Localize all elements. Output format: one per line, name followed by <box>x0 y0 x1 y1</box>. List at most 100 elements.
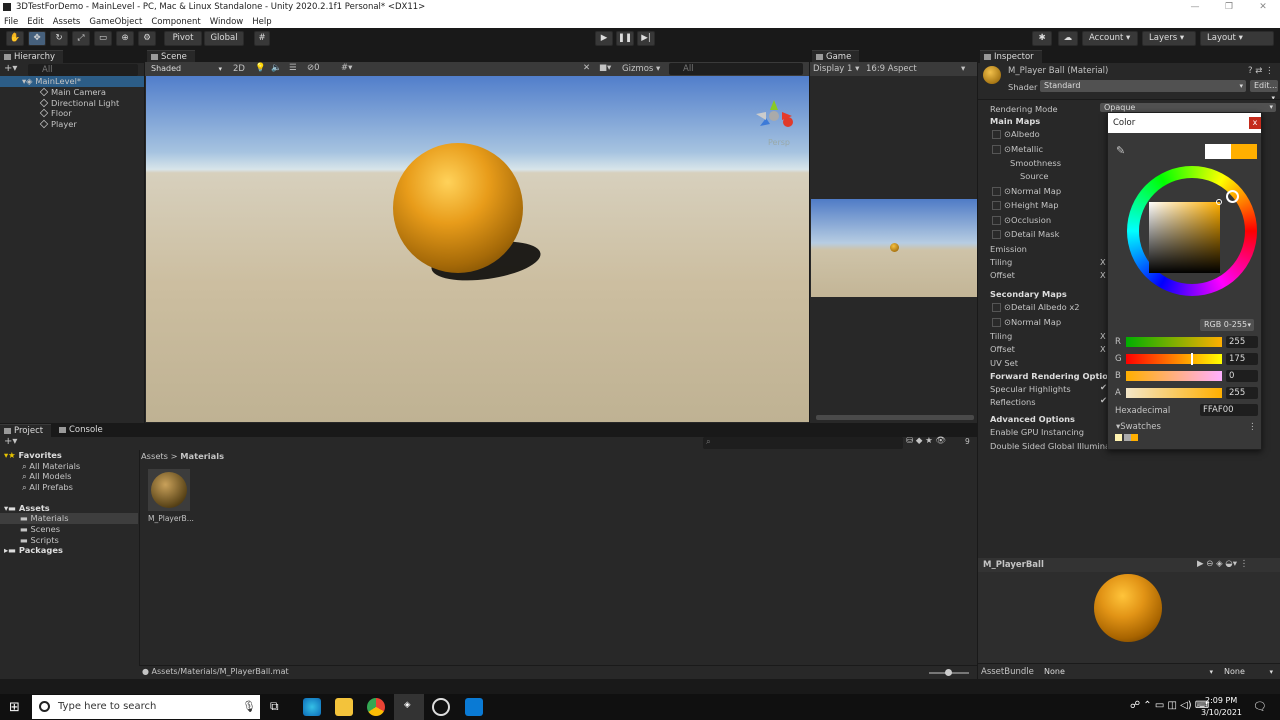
menu-edit[interactable]: Edit <box>27 17 43 27</box>
grid-snap-icon[interactable]: # <box>254 31 270 46</box>
normal-map2-slot[interactable] <box>992 318 1001 327</box>
lighting-toggle-icon[interactable]: 💡 <box>255 63 266 73</box>
microphone-icon[interactable]: 🎙 <box>242 695 256 719</box>
file-explorer-icon[interactable] <box>335 698 353 716</box>
filter-icons[interactable]: ⛁ ◆ ★ 👁 <box>906 436 946 446</box>
folder-item-scenes[interactable]: ▬ Scenes <box>20 524 60 534</box>
scale-tool-icon[interactable]: ⤢ <box>72 31 90 46</box>
system-tray-icons[interactable]: ☍ ⌃ ▭ ◫ ◁) ⌨ <box>1130 700 1209 711</box>
swatches-menu-icon[interactable]: ⋮ <box>1248 422 1257 432</box>
effects-toggle-icon[interactable]: ☰ <box>289 63 297 73</box>
folder-item-materials[interactable]: ▬ Materials <box>0 513 138 524</box>
scene-root-row[interactable]: ▾◈ MainLevel* <box>0 76 144 87</box>
camera-icon[interactable]: ■▾ <box>599 63 611 73</box>
hierarchy-item[interactable]: Floor <box>39 108 72 118</box>
shading-dropdown[interactable]: Shaded <box>147 63 225 75</box>
tools-icon[interactable]: ✕ <box>583 63 590 73</box>
r-input[interactable]: 255 <box>1226 336 1258 348</box>
hex-input[interactable]: FFAF00 <box>1200 404 1258 416</box>
menu-assets[interactable]: Assets <box>53 17 81 27</box>
layers-dropdown[interactable]: Layers ▾ <box>1142 31 1196 46</box>
height-map-slot[interactable] <box>992 201 1001 210</box>
asset-bundle-dropdown[interactable]: None <box>1040 666 1216 678</box>
pause-button[interactable]: ❚❚ <box>616 31 634 46</box>
saturation-value-square[interactable] <box>1149 202 1220 273</box>
shader-dropdown[interactable]: Standard <box>1040 80 1246 92</box>
game-viewport[interactable] <box>811 199 977 297</box>
color-picker-close-button[interactable]: x <box>1249 117 1261 129</box>
color-compare-swatch[interactable] <box>1205 144 1257 159</box>
menu-gameobject[interactable]: GameObject <box>89 17 142 27</box>
hidden-objects-icon[interactable]: ⊘0 <box>307 63 320 73</box>
folder-item-scripts[interactable]: ▬ Scripts <box>20 535 59 545</box>
tab-inspector[interactable]: Inspector <box>980 50 1042 63</box>
g-slider[interactable] <box>1126 354 1222 364</box>
scene-search-input[interactable]: All <box>669 63 803 75</box>
metallic-texture-slot[interactable] <box>992 145 1001 154</box>
layout-dropdown[interactable]: Layout ▾ <box>1200 31 1274 46</box>
material-thumbnail[interactable] <box>148 469 190 511</box>
swatch-add[interactable] <box>1124 434 1138 441</box>
play-button[interactable]: ▶ <box>595 31 613 46</box>
assets-folder[interactable]: ▾▬ Assets <box>4 503 50 513</box>
rotate-tool-icon[interactable]: ↻ <box>50 31 68 46</box>
player-ball[interactable] <box>393 143 523 273</box>
g-input[interactable]: 175 <box>1226 353 1258 365</box>
custom-tool-icon[interactable]: ⚙ <box>138 31 156 46</box>
hierarchy-item[interactable]: Player <box>39 119 77 129</box>
gizmos-dropdown[interactable]: Gizmos ▾ <box>622 64 660 74</box>
scene-viewport[interactable]: Persp <box>146 76 809 422</box>
detail-mask-slot[interactable] <box>992 230 1001 239</box>
menu-file[interactable]: File <box>4 17 18 27</box>
audio-toggle-icon[interactable]: 🔈 <box>271 63 282 73</box>
asset-variant-dropdown[interactable]: None <box>1220 666 1276 678</box>
help-icon[interactable]: ? ⇄ ⋮ <box>1248 66 1274 76</box>
menu-window[interactable]: Window <box>210 17 244 27</box>
slider-handle[interactable] <box>945 669 952 676</box>
b-input[interactable]: 0 <box>1226 370 1258 382</box>
material-preview[interactable] <box>978 572 1280 665</box>
tab-hierarchy[interactable]: Hierarchy <box>0 50 64 63</box>
game-scrollbar[interactable] <box>816 415 974 420</box>
hierarchy-item[interactable]: Main Camera <box>39 87 106 97</box>
aspect-chevron-icon[interactable]: ▾ <box>961 64 965 74</box>
hierarchy-search-input[interactable]: All <box>28 64 138 76</box>
occlusion-slot[interactable] <box>992 216 1001 225</box>
pivot-toggle[interactable]: Pivot <box>164 31 202 46</box>
minimize-button[interactable]: — <box>1178 0 1212 15</box>
g-slider-handle[interactable] <box>1191 353 1193 365</box>
eyedropper-icon[interactable]: ✎ <box>1116 144 1125 157</box>
normal-map-slot[interactable] <box>992 187 1001 196</box>
hand-tool-icon[interactable]: ✋ <box>6 31 24 46</box>
a-input[interactable]: 255 <box>1226 387 1258 399</box>
global-toggle[interactable]: Global <box>204 31 244 46</box>
task-view-icon[interactable]: ⧉ <box>270 699 279 714</box>
a-slider[interactable] <box>1126 388 1222 398</box>
scene-gizmo[interactable] <box>754 98 794 138</box>
sv-handle[interactable] <box>1216 199 1222 205</box>
display-dropdown[interactable]: Display 1 ▾ <box>813 64 859 74</box>
windows-start-icon[interactable]: ⊞ <box>9 700 20 715</box>
breadcrumb-materials[interactable]: Materials <box>180 451 224 461</box>
color-mode-dropdown[interactable]: RGB 0-255 <box>1200 319 1254 331</box>
aspect-dropdown[interactable]: 16:9 Aspect <box>866 64 917 74</box>
transform-tool-icon[interactable]: ⊕ <box>116 31 134 46</box>
account-dropdown[interactable]: Account ▾ <box>1082 31 1138 46</box>
hue-handle[interactable] <box>1226 190 1239 203</box>
swatch-preset[interactable] <box>1115 434 1122 441</box>
favorites-section[interactable]: ▾★ Favorites <box>4 450 62 460</box>
project-add-icon[interactable]: +▾ <box>4 436 17 447</box>
swatches-header[interactable]: ▾Swatches <box>1116 422 1161 432</box>
chrome-icon[interactable] <box>367 698 385 716</box>
breadcrumb-assets[interactable]: Assets <box>141 451 168 461</box>
unity-hub-icon[interactable] <box>432 698 450 716</box>
edge-icon[interactable] <box>303 698 321 716</box>
2d-toggle[interactable]: 2D <box>233 64 245 74</box>
add-icon[interactable]: +▾ <box>4 63 17 74</box>
close-button[interactable]: ✕ <box>1246 0 1280 15</box>
step-button[interactable]: ▶| <box>637 31 655 46</box>
menu-component[interactable]: Component <box>151 17 200 27</box>
rect-tool-icon[interactable]: ▭ <box>94 31 112 46</box>
favorite-item[interactable]: ⌕ All Models <box>22 471 71 482</box>
hierarchy-item[interactable]: Directional Light <box>39 98 119 108</box>
